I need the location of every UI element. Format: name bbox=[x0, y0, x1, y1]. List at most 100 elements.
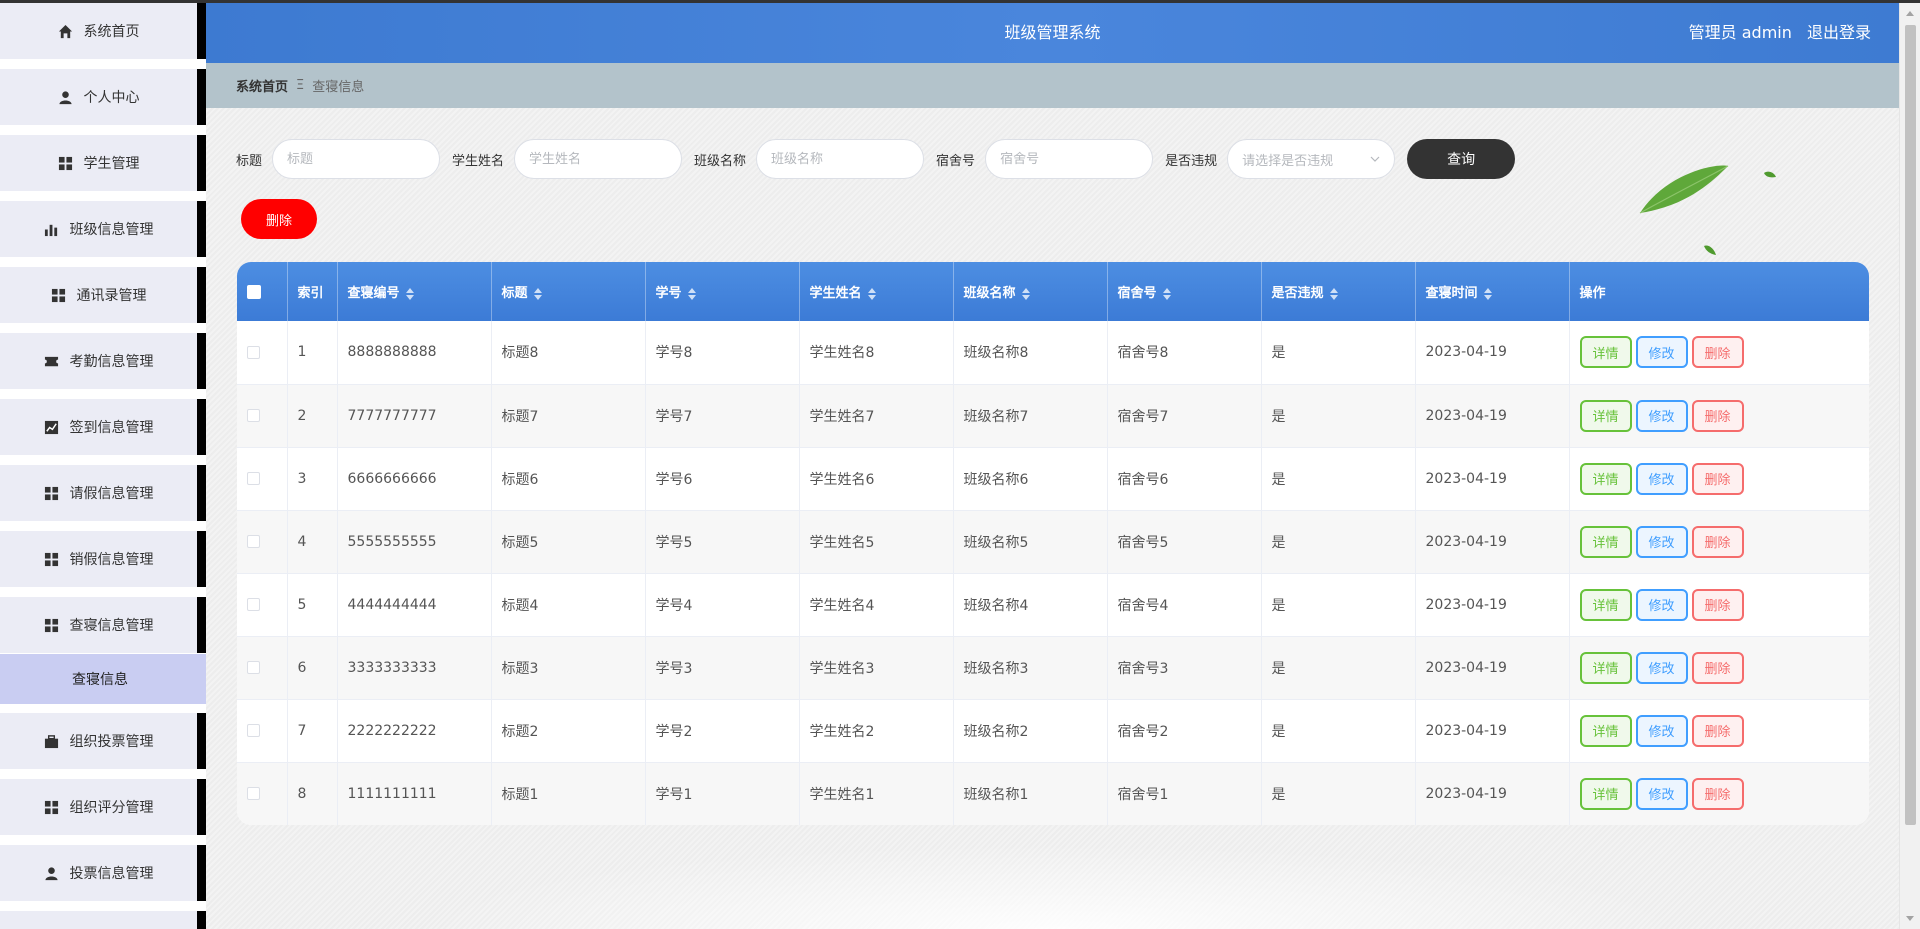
logout-link[interactable]: 退出登录 bbox=[1807, 23, 1871, 42]
column-header[interactable]: 查寝时间 bbox=[1415, 262, 1570, 321]
batch-delete-button[interactable]: 删除 bbox=[241, 199, 317, 239]
detail-button[interactable]: 详情 bbox=[1579, 777, 1632, 810]
sidebar-item-leave-cancel[interactable]: 销假信息管理 bbox=[0, 531, 206, 587]
edit-button[interactable]: 修改 bbox=[1635, 777, 1688, 810]
cell-class: 班级名称8 bbox=[953, 321, 1108, 384]
cell-name: 学生姓名1 bbox=[799, 762, 954, 825]
detail-button[interactable]: 详情 bbox=[1579, 651, 1632, 684]
row-checkbox[interactable] bbox=[247, 535, 260, 548]
edit-button[interactable]: 修改 bbox=[1635, 714, 1688, 747]
detail-button[interactable]: 详情 bbox=[1579, 399, 1632, 432]
detail-button[interactable]: 详情 bbox=[1579, 462, 1632, 495]
dorm-input[interactable] bbox=[985, 139, 1154, 179]
student-name-label: 学生姓名 bbox=[452, 153, 505, 169]
header-index: 索引 bbox=[297, 286, 324, 301]
scroll-down-icon[interactable] bbox=[1906, 916, 1914, 921]
sort-icon[interactable] bbox=[1162, 287, 1171, 300]
sort-icon[interactable] bbox=[867, 287, 876, 300]
header-student-no: 学号 bbox=[655, 286, 682, 301]
header-class: 班级名称 bbox=[963, 286, 1016, 301]
delete-button[interactable]: 删除 bbox=[1691, 777, 1744, 810]
edit-button[interactable]: 修改 bbox=[1635, 336, 1688, 369]
sort-icon[interactable] bbox=[1021, 287, 1030, 300]
sort-icon[interactable] bbox=[1329, 287, 1338, 300]
row-actions: 详情 修改 删除 bbox=[1569, 636, 1869, 699]
edit-button[interactable]: 修改 bbox=[1635, 399, 1688, 432]
title-input[interactable] bbox=[272, 139, 441, 179]
title-label: 标题 bbox=[236, 153, 263, 169]
column-header[interactable]: 学生姓名 bbox=[799, 262, 954, 321]
sidebar-item-more[interactable] bbox=[0, 911, 206, 929]
sidebar-item-dorm-check[interactable]: 查寝信息管理 bbox=[0, 597, 206, 653]
cell-index: 6 bbox=[287, 636, 338, 699]
edit-button[interactable]: 修改 bbox=[1635, 525, 1688, 558]
sidebar-item-checkin[interactable]: 签到信息管理 bbox=[0, 399, 206, 455]
home-icon bbox=[58, 23, 74, 39]
cell-name: 学生姓名3 bbox=[799, 636, 954, 699]
detail-button[interactable]: 详情 bbox=[1579, 588, 1632, 621]
edit-button[interactable]: 修改 bbox=[1635, 588, 1688, 621]
detail-button[interactable]: 详情 bbox=[1579, 714, 1632, 747]
sidebar-item-rating-org[interactable]: 组织评分管理 bbox=[0, 779, 206, 835]
column-header[interactable]: 班级名称 bbox=[953, 262, 1108, 321]
bar-chart-icon bbox=[44, 221, 60, 237]
breadcrumb-current: 查寝信息 bbox=[312, 80, 365, 95]
cell-class: 班级名称7 bbox=[953, 384, 1108, 447]
column-header[interactable]: 是否违规 bbox=[1261, 262, 1416, 321]
sort-icon[interactable] bbox=[533, 287, 542, 300]
sidebar-item-home[interactable]: 系统首页 bbox=[0, 3, 206, 59]
row-select-cell bbox=[237, 447, 288, 510]
sidebar-item-class-info[interactable]: 班级信息管理 bbox=[0, 201, 206, 257]
sort-icon[interactable] bbox=[405, 287, 414, 300]
row-checkbox[interactable] bbox=[247, 661, 260, 674]
edit-button[interactable]: 修改 bbox=[1635, 651, 1688, 684]
sidebar-item-attendance[interactable]: 考勤信息管理 bbox=[0, 333, 206, 389]
cell-student-no: 学号2 bbox=[645, 699, 800, 762]
row-checkbox[interactable] bbox=[247, 409, 260, 422]
sidebar-item-vote-org[interactable]: 组织投票管理 bbox=[0, 713, 206, 769]
row-actions: 详情 修改 删除 bbox=[1569, 447, 1869, 510]
row-select-cell bbox=[237, 573, 288, 636]
delete-button[interactable]: 删除 bbox=[1691, 462, 1744, 495]
scroll-up-icon[interactable] bbox=[1906, 11, 1914, 16]
delete-button[interactable]: 删除 bbox=[1691, 714, 1744, 747]
column-header[interactable]: 学号 bbox=[645, 262, 800, 321]
column-header[interactable]: 宿舍号 bbox=[1107, 262, 1262, 321]
sort-icon[interactable] bbox=[1483, 287, 1492, 300]
select-all-checkbox[interactable] bbox=[247, 284, 261, 299]
column-header[interactable]: 标题 bbox=[491, 262, 646, 321]
row-checkbox[interactable] bbox=[247, 472, 260, 485]
row-checkbox[interactable] bbox=[247, 724, 260, 737]
row-select-cell bbox=[237, 762, 288, 825]
delete-button[interactable]: 删除 bbox=[1691, 336, 1744, 369]
row-checkbox[interactable] bbox=[247, 598, 260, 611]
delete-button[interactable]: 删除 bbox=[1691, 651, 1744, 684]
violation-select[interactable]: 请选择是否违规 bbox=[1227, 139, 1396, 179]
sidebar-subitem-dorm-check-info[interactable]: 查寝信息 bbox=[0, 654, 206, 704]
sidebar-item-students[interactable]: 学生管理 bbox=[0, 135, 206, 191]
delete-button[interactable]: 删除 bbox=[1691, 525, 1744, 558]
student-name-input[interactable] bbox=[514, 139, 683, 179]
row-actions: 详情 修改 删除 bbox=[1569, 321, 1869, 384]
sidebar-item-leave[interactable]: 请假信息管理 bbox=[0, 465, 206, 521]
scroll-thumb[interactable] bbox=[1905, 25, 1916, 825]
app-title: 班级管理系统 bbox=[1004, 23, 1101, 42]
breadcrumb-home[interactable]: 系统首页 bbox=[236, 76, 288, 95]
delete-button[interactable]: 删除 bbox=[1691, 399, 1744, 432]
user-icon bbox=[58, 89, 74, 105]
row-checkbox[interactable] bbox=[247, 787, 260, 800]
detail-button[interactable]: 详情 bbox=[1579, 336, 1632, 369]
row-checkbox[interactable] bbox=[247, 345, 260, 359]
column-header[interactable]: 查寝编号 bbox=[337, 262, 492, 321]
page-scrollbar[interactable] bbox=[1899, 3, 1920, 929]
detail-button[interactable]: 详情 bbox=[1579, 525, 1632, 558]
sidebar-item-vote-info[interactable]: 投票信息管理 bbox=[0, 845, 206, 901]
cell-time: 2023-04-19 bbox=[1415, 573, 1570, 636]
sort-icon[interactable] bbox=[687, 287, 696, 300]
sidebar-item-contacts[interactable]: 通讯录管理 bbox=[0, 267, 206, 323]
class-name-input[interactable] bbox=[756, 139, 925, 179]
sidebar-item-profile[interactable]: 个人中心 bbox=[0, 69, 206, 125]
query-button[interactable]: 查询 bbox=[1407, 139, 1516, 179]
edit-button[interactable]: 修改 bbox=[1635, 462, 1688, 495]
delete-button[interactable]: 删除 bbox=[1691, 588, 1744, 621]
